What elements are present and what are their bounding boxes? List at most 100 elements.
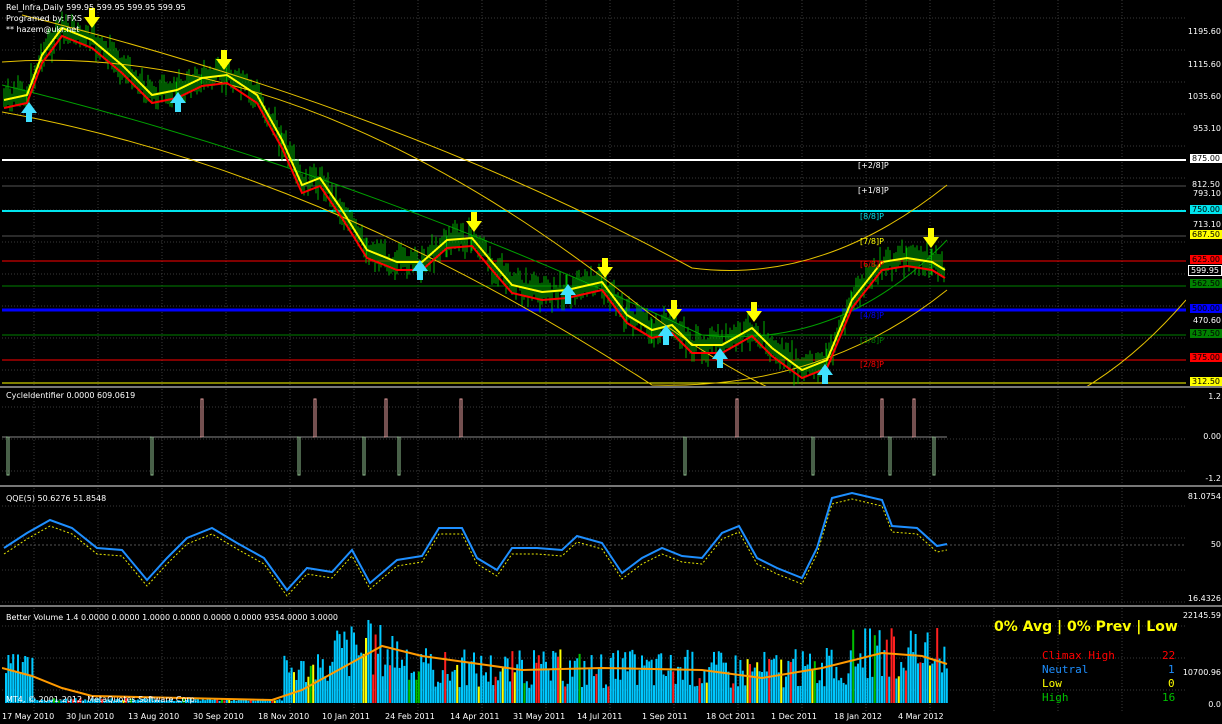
- level-tag: 750.00: [1190, 205, 1222, 214]
- date-tick: 24 Feb 2011: [385, 712, 435, 721]
- level-tag: 875.00: [1190, 154, 1222, 163]
- cycle-trough-bar: [150, 436, 154, 476]
- stat-low-label: Low: [1042, 677, 1062, 690]
- qqe-main-line: [3, 491, 948, 592]
- date-tick: 17 May 2010: [2, 712, 55, 721]
- qqe-axis: 81.0754 50 16.4326: [1186, 488, 1222, 605]
- date-tick: 4 Mar 2012: [898, 712, 944, 721]
- murrey-label-2: [2/8]P: [860, 360, 884, 369]
- volume-axis: 22145.59 10700.96 0.0: [1183, 608, 1222, 712]
- fast-ma-line: [3, 26, 946, 372]
- cycle-trough-bar: [683, 436, 687, 476]
- level-tag: 812.50: [1192, 180, 1220, 189]
- buy-arrow-icon: [817, 364, 833, 384]
- stat-high-value: 16: [1162, 691, 1176, 704]
- cycle-peak-bar: [313, 398, 317, 438]
- level-tag: 437.50: [1190, 329, 1222, 338]
- cycle-trough-bar: [811, 436, 815, 476]
- cycle-title: CycleIdentifier 0.0000 609.0619: [6, 391, 136, 400]
- murrey-label-plus1: [+1/8]P: [858, 186, 889, 195]
- pane-separator[interactable]: [0, 386, 1222, 388]
- date-tick: 1 Dec 2011: [771, 712, 818, 721]
- volume-title: Better Volume 1.4 0.0000 0.0000 1.0000 0…: [6, 613, 339, 622]
- level-tag: 687.50: [1190, 230, 1222, 239]
- cycle-trough-bar: [6, 436, 10, 476]
- pane-separator[interactable]: [0, 485, 1222, 487]
- current-price-tag: 599.95: [1188, 265, 1222, 276]
- qqe-pane[interactable]: QQE(5) 50.6276 51.8548: [2, 488, 1186, 605]
- cycle-peak-bar: [384, 398, 388, 438]
- volume-stats-header: 0% Avg | 0% Prev | Low: [994, 619, 1178, 635]
- cycle-trough-bar: [888, 436, 892, 476]
- price-tick: 1115.60: [1187, 60, 1221, 69]
- cycle-peak-bar: [735, 398, 739, 438]
- buy-arrow-icon: [21, 102, 37, 122]
- volume-pane[interactable]: Better Volume 1.4 0.0000 0.0000 1.0000 0…: [2, 608, 1186, 712]
- volume-tick: 10700.96: [1182, 668, 1221, 677]
- cycle-peak-bar: [880, 398, 884, 438]
- price-tick: 1035.60: [1187, 92, 1221, 101]
- murrey-label-7: [7/8]P: [860, 237, 884, 246]
- murrey-label-8: [8/8]P: [860, 212, 884, 221]
- date-tick: 1 Sep 2011: [642, 712, 688, 721]
- qqe-signal-line: [3, 498, 948, 597]
- qqe-tick: 16.4326: [1187, 594, 1221, 603]
- murrey-label-3: [3/8]P: [860, 336, 884, 345]
- level-tag: 375.00: [1190, 353, 1222, 362]
- cycle-canvas: [2, 389, 1186, 485]
- date-tick: 30 Jun 2010: [66, 712, 115, 721]
- cycle-tick: -1.2: [1205, 474, 1221, 483]
- cycle-peak-bar: [912, 398, 916, 438]
- stat-high-label: High: [1042, 691, 1069, 704]
- date-tick: 18 Nov 2010: [258, 712, 310, 721]
- volume-tick: 0.0: [1208, 700, 1221, 709]
- stat-low-value: 0: [1168, 677, 1175, 690]
- cycle-trough-bar: [362, 436, 366, 476]
- date-tick: 14 Apr 2011: [450, 712, 500, 721]
- date-tick: 13 Aug 2010: [128, 712, 180, 721]
- cycle-tick: 1.2: [1208, 392, 1221, 401]
- price-axis: 1195.60 1115.60 1035.60 953.10 875.00 81…: [1186, 0, 1222, 386]
- chart-credit: ** hazem@ukr.net: [6, 25, 80, 34]
- volume-bars: [5, 619, 948, 703]
- date-axis: 17 May 2010 30 Jun 2010 13 Aug 2010 30 S…: [0, 712, 1222, 724]
- price-tick: 793.10: [1193, 189, 1221, 198]
- price-tick: 953.10: [1193, 124, 1221, 133]
- stat-climax-high-value: 22: [1162, 649, 1176, 662]
- chart-title: Rel_Infra,Daily 599.95 599.95 599.95 599…: [6, 3, 186, 12]
- price-tick: 713.10: [1193, 220, 1221, 229]
- murrey-label-plus2: [+2/8]P: [858, 161, 889, 170]
- price-chart-canvas: [2, 0, 1186, 386]
- date-tick: 18 Jan 2012: [834, 712, 882, 721]
- murrey-label-6: [6/8]P: [860, 260, 884, 269]
- stat-climax-high-label: Climax High: [1042, 649, 1115, 662]
- sell-arrow-icon: [666, 300, 682, 320]
- qqe-tick: 50: [1210, 540, 1221, 549]
- pane-separator[interactable]: [0, 605, 1222, 607]
- price-tick: 1195.60: [1187, 27, 1221, 36]
- date-tick: 14 Jul 2011: [577, 712, 623, 721]
- cycle-peak-bar: [200, 398, 204, 438]
- price-chart-pane[interactable]: Rel_Infra,Daily 599.95 599.95 599.95 599…: [2, 0, 1186, 386]
- qqe-title: QQE(5) 50.6276 51.8548: [6, 494, 107, 503]
- cycle-tick: 0.00: [1203, 432, 1221, 441]
- cycle-identifier-pane[interactable]: CycleIdentifier 0.0000 609.0619: [2, 389, 1186, 485]
- stat-neutral-value: 1: [1168, 663, 1175, 676]
- qqe-tick: 81.0754: [1187, 492, 1221, 501]
- stat-neutral-label: Neutral: [1042, 663, 1089, 676]
- cycle-axis: 1.2 0.00 -1.2: [1186, 389, 1222, 485]
- regression-channel-top: [21, 14, 948, 271]
- chart-subtitle: Programed by: FXS: [6, 14, 82, 23]
- level-tag: 625.00: [1190, 255, 1222, 264]
- date-tick: 30 Sep 2010: [193, 712, 244, 721]
- sell-arrow-icon: [466, 212, 482, 232]
- level-tag: 312.50: [1190, 377, 1222, 386]
- murrey-label-4: [4/8]P: [860, 311, 884, 320]
- date-tick: 18 Oct 2011: [706, 712, 756, 721]
- cycle-trough-bar: [297, 436, 301, 476]
- copyright-text: MT4, © 2001-2012, MetaQuotes Software Co…: [6, 695, 198, 704]
- cycle-trough-bar: [932, 436, 936, 476]
- level-tag: 562.50: [1190, 279, 1222, 288]
- qqe-canvas: [2, 488, 1186, 605]
- volume-tick: 22145.59: [1182, 611, 1221, 620]
